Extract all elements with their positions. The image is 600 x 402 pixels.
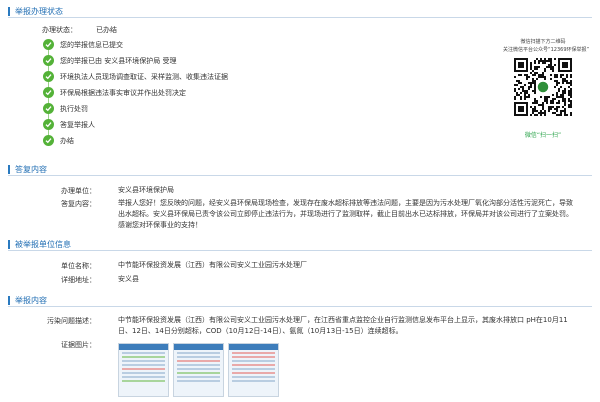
reply-content-label: 答复内容： (61, 200, 96, 208)
section-marker (8, 240, 10, 249)
address-value: 安义县 (118, 275, 139, 283)
section-reported-header: 被举报单位信息 (8, 237, 592, 251)
step-label: 您的举报已由 安义县环境保护局 受理 (60, 57, 177, 65)
step-label: 执行处罚 (60, 105, 88, 113)
evidence-thumbnail[interactable] (118, 343, 169, 397)
step-label: 环保局根据违法事实审议并作出处罚决定 (60, 89, 186, 97)
check-icon (43, 55, 54, 66)
status-label: 办理状态： (42, 26, 77, 34)
section-title: 举报内容 (15, 296, 47, 305)
pollution-desc-value: 中节能环保投资发展（江西）有限公司安义工业园污水处理厂，在江西省重点监控企业自行… (118, 316, 568, 335)
unit-name-value: 中节能环保投资发展（江西）有限公司安义工业园污水处理厂 (118, 261, 307, 269)
step-label: 办结 (60, 137, 74, 145)
section-reply-header: 答复内容 (8, 162, 592, 176)
unit-value: 安义县环境保护局 (118, 186, 174, 194)
step-label: 您的举报信息已提交 (60, 41, 123, 49)
check-icon (43, 119, 54, 130)
check-icon (43, 87, 54, 98)
check-icon (43, 71, 54, 82)
check-icon (43, 103, 54, 114)
qr-code-image (514, 58, 572, 116)
evidence-thumbnail[interactable] (173, 343, 224, 397)
qr-scan-label: 微信“扫一扫” (524, 132, 562, 139)
qr-caption-2: 关注微信平台公众号“12369环保举报” (503, 47, 590, 53)
step-label: 答复举报人 (60, 121, 95, 129)
step-label: 环境执法人员现场调查取证、采样监测、收集违法证据 (60, 73, 228, 81)
section-content-header: 举报内容 (8, 293, 592, 307)
check-icon (43, 39, 54, 50)
section-title: 举报办理状态 (15, 7, 63, 16)
unit-label: 办理单位： (61, 187, 96, 195)
pollution-desc-label: 污染问题描述： (47, 317, 96, 325)
section-marker (8, 165, 10, 174)
status-value: 已办结 (96, 26, 117, 34)
check-icon (43, 135, 54, 146)
section-title: 被举报单位信息 (15, 240, 71, 249)
qr-caption-1: 微信扫描下方二维码 (520, 39, 566, 45)
evidence-thumbnail[interactable] (228, 343, 279, 397)
evidence-label: 证据图片： (61, 341, 96, 349)
section-title: 答复内容 (15, 165, 47, 174)
reply-content-value: 举报人您好！您反映的问题，经安义县环保局现场检查，发现存在废水超标排放等违法问题… (118, 199, 573, 229)
section-status-header: 举报办理状态 (8, 4, 592, 18)
section-marker (8, 7, 10, 16)
unit-name-label: 单位名称： (61, 262, 96, 270)
section-marker (8, 296, 10, 305)
address-label: 详细地址： (61, 276, 96, 284)
